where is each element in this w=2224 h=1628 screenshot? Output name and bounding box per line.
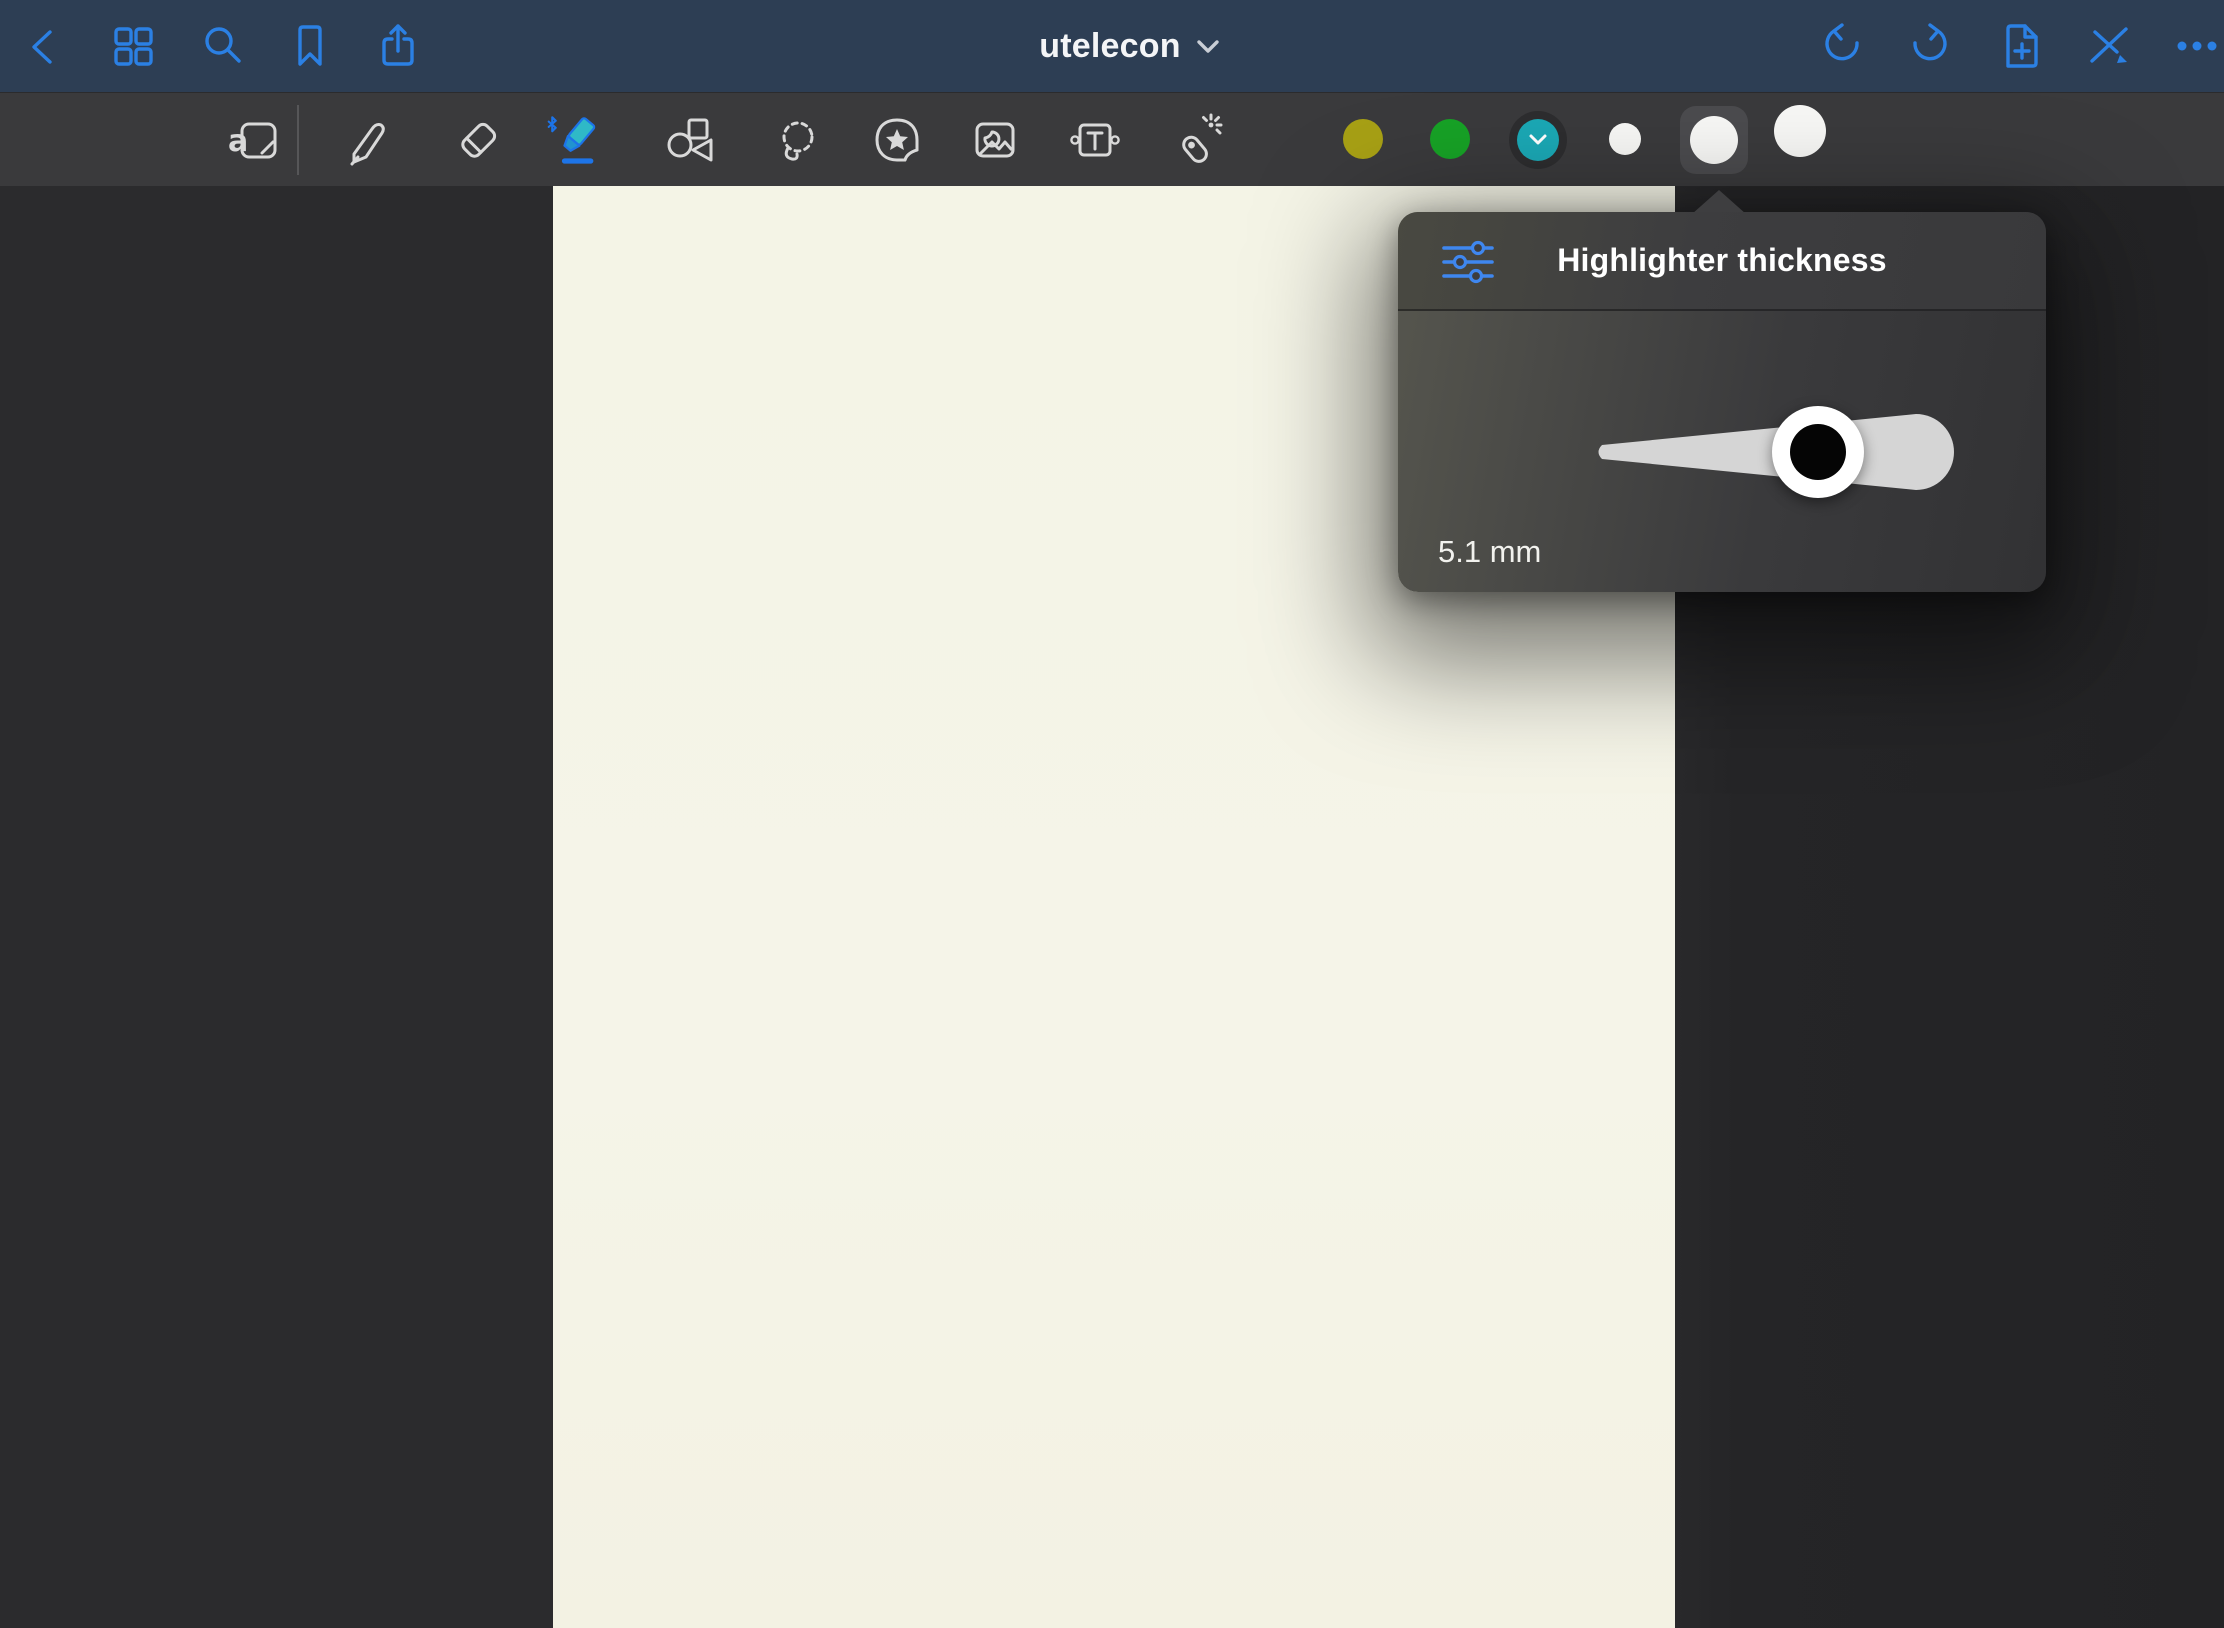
elements-tool-button[interactable] <box>869 112 925 168</box>
thickness-slider-knob[interactable] <box>1772 406 1864 498</box>
bookmark-icon <box>282 18 338 74</box>
text-box-icon <box>1067 112 1123 168</box>
crossed-pencil-icon <box>2081 18 2137 74</box>
photo-icon <box>967 112 1023 168</box>
bookmarks-button[interactable] <box>282 18 338 74</box>
toolbar-divider <box>297 105 299 175</box>
popover-header: Highlighter thickness <box>1398 212 2046 311</box>
back-button[interactable] <box>16 18 72 74</box>
share-button[interactable] <box>370 18 426 74</box>
more-button[interactable] <box>2169 18 2224 74</box>
shapes-icon <box>660 112 716 168</box>
laser-pointer-icon <box>1169 112 1225 168</box>
redo-button[interactable] <box>1901 18 1957 74</box>
page-title: utelecon <box>1039 27 1180 66</box>
pages-overview-button[interactable] <box>105 18 161 74</box>
search-icon <box>194 18 250 74</box>
laser-pointer-tool-button[interactable] <box>1169 112 1225 168</box>
bluetooth-badge-icon <box>549 117 556 131</box>
share-icon <box>370 18 426 74</box>
thickness-preset-thin[interactable] <box>1609 123 1641 155</box>
thickness-preset-thick[interactable] <box>1774 105 1826 157</box>
add-page-button[interactable] <box>1992 18 2048 74</box>
sticker-star-icon <box>869 112 925 168</box>
svg-text:a: a <box>228 124 248 159</box>
pan-edit-mode-button[interactable]: a <box>227 112 283 168</box>
thickness-value-label: 5.1 mm <box>1438 534 1541 570</box>
highlighter-thickness-popover: Highlighter thickness 5.1 mm <box>1398 212 2046 592</box>
color-swatch-green[interactable] <box>1430 119 1470 159</box>
chevron-down-icon <box>1528 133 1548 147</box>
pen-tool-button[interactable] <box>337 112 393 168</box>
color-swatch-teal <box>1517 119 1559 161</box>
color-swatch-teal-selected[interactable] <box>1509 111 1567 169</box>
grid-icon <box>105 18 161 74</box>
undo-icon <box>1815 18 1871 74</box>
thickness-preset-medium-dot <box>1690 116 1738 164</box>
navigation-bar: utelecon <box>0 0 2224 92</box>
thickness-slider-knob-center <box>1790 424 1846 480</box>
chevron-left-icon <box>16 18 72 74</box>
app-screen: utelecon <box>0 0 2224 1628</box>
highlighter-tool-button[interactable] <box>547 112 603 168</box>
tool-bar: a <box>0 92 2224 186</box>
lasso-tool-button[interactable] <box>770 112 826 168</box>
edit-mode-icon: a <box>227 112 283 168</box>
search-button[interactable] <box>194 18 250 74</box>
image-tool-button[interactable] <box>967 112 1023 168</box>
document-title-button[interactable]: utelecon <box>980 0 1280 92</box>
redo-icon <box>1901 18 1957 74</box>
thickness-slider-row: 5.1 mm <box>1398 312 2046 592</box>
thickness-preset-medium-selected[interactable] <box>1680 106 1748 174</box>
shapes-tool-button[interactable] <box>660 112 716 168</box>
lasso-icon <box>770 112 826 168</box>
ellipsis-icon <box>2169 18 2224 74</box>
eraser-icon <box>449 112 505 168</box>
text-tool-button[interactable] <box>1067 112 1123 168</box>
highlighter-icon <box>547 108 603 172</box>
chevron-down-icon <box>1195 36 1221 56</box>
pen-icon <box>337 112 393 168</box>
sliders-icon <box>1440 234 1496 290</box>
end-editing-button[interactable] <box>2081 18 2137 74</box>
color-swatch-olive[interactable] <box>1343 119 1383 159</box>
eraser-tool-button[interactable] <box>449 112 505 168</box>
add-page-icon <box>1992 18 2048 74</box>
undo-button[interactable] <box>1815 18 1871 74</box>
popover-arrow <box>1692 190 1746 214</box>
